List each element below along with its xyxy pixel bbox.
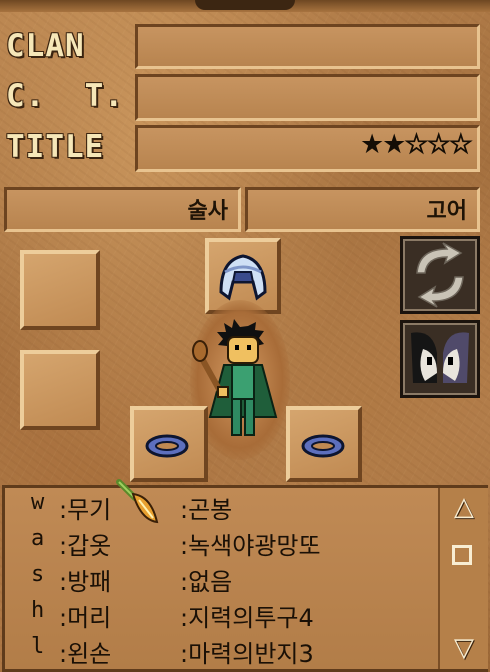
scroll-down-button[interactable]: ▽ [448,633,480,663]
slot-name: :방패 [59,568,112,596]
hotkey: a [31,526,45,551]
class-value: 술사 [187,199,228,224]
class-field: 술사 [4,187,241,232]
hotkey: s [31,562,45,587]
item-name: :마력의반지3 [180,640,314,668]
left-ring-slot[interactable] [130,406,208,482]
right-ring-slot[interactable] [286,406,362,482]
clan-label: CLAN [6,28,85,64]
hotkey: h [31,598,45,623]
ring-icon [145,434,189,458]
toggle-view-button[interactable] [400,320,480,398]
rank-filled-stars: ★★ [359,129,406,160]
scroll-thumb[interactable] [452,545,472,565]
character-faces-icon [411,332,469,383]
empty-slot-top-left[interactable] [20,250,100,330]
ct-field [135,74,480,121]
slot-name: :머리 [59,604,112,632]
swap-arrows-icon [416,242,464,308]
race-field: 고어 [245,187,480,232]
rank-stars: ★★☆☆☆ [359,129,474,160]
list-item[interactable]: h :머리 :지력의투구4 [5,598,435,632]
title-field: ★★☆☆☆ [135,125,480,172]
brush-cursor-icon [116,479,159,524]
ring-icon [301,434,345,458]
list-item[interactable]: a :갑옷 :녹색야광망또 [5,526,435,560]
item-name: :없음 [180,568,233,596]
empty-slot-mid-left[interactable] [20,350,100,430]
scroll-up-button[interactable]: △ [448,492,480,522]
top-frame [0,0,490,12]
title-label: TITLE [6,129,105,165]
item-name: :녹색야광망또 [180,532,321,560]
rank-empty-stars: ☆☆☆ [404,129,474,160]
race-value: 고어 [426,199,467,224]
list-item[interactable]: w :무기 :곤봉 [5,490,435,524]
swap-equipment-button[interactable] [400,236,480,314]
ct-label: C. T. [6,78,124,114]
list-scrollbar[interactable]: △ ▽ [438,488,488,669]
clan-field [135,24,480,69]
hotkey: l [31,634,45,659]
list-item[interactable]: l :왼손 :마력의반지3 [5,634,435,668]
item-name: :지력의투구4 [180,604,314,632]
equipment-list-panel: w :무기 :곤봉 a :갑옷 :녹색야광망또 s :방패 :없음 h :머리 … [2,479,488,672]
list-item[interactable]: s :방패 :없음 [5,562,435,596]
slot-name: :무기 [59,496,112,524]
item-name: :곤봉 [180,496,233,524]
slot-name: :갑옷 [59,532,112,560]
slot-name: :왼손 [59,640,112,668]
hotkey: w [31,490,45,515]
